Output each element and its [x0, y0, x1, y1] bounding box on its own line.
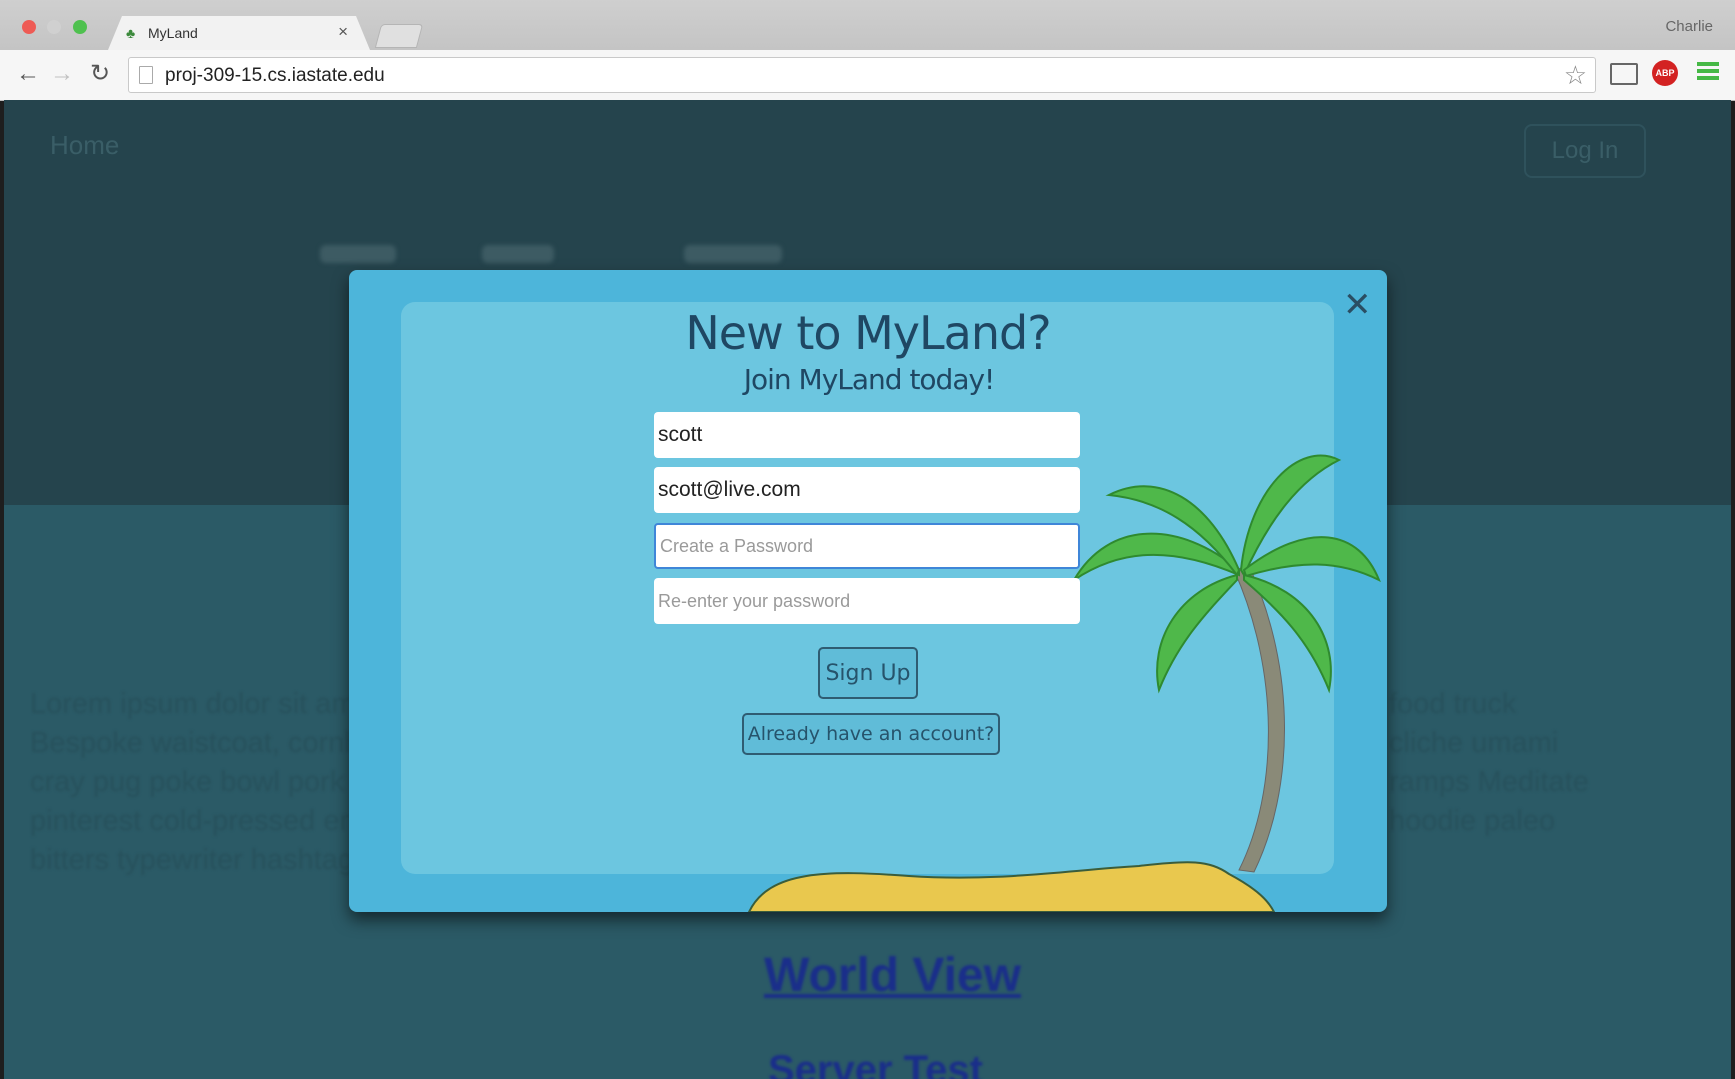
password-input[interactable] — [654, 523, 1080, 569]
email-input[interactable] — [654, 467, 1080, 513]
minimize-window-button[interactable] — [47, 20, 61, 34]
address-bar[interactable]: proj-309-15.cs.iastate.edu ☆ — [128, 57, 1596, 93]
hero-decoration — [320, 245, 396, 263]
password-confirm-input[interactable] — [654, 578, 1080, 624]
body-text-left: Lorem ipsum dolor sit amet Bespoke waist… — [30, 685, 350, 880]
signup-button[interactable]: Sign Up — [818, 647, 918, 699]
tab-close-icon[interactable]: × — [338, 22, 348, 42]
body-line: food truck — [1389, 688, 1517, 720]
profile-name[interactable]: Charlie — [1665, 18, 1713, 35]
new-tab-button[interactable] — [374, 24, 424, 48]
body-text-right: food truck cliche umami ramps Meditate h… — [1389, 685, 1719, 841]
browser-chrome: ♣ MyLand × Charlie ← → ↻ proj-309-15.cs.… — [0, 0, 1735, 101]
back-icon[interactable]: ← — [16, 60, 40, 88]
hero-decoration — [482, 245, 554, 263]
forward-icon[interactable]: → — [50, 60, 74, 88]
have-account-button[interactable]: Already have an account? — [742, 713, 1000, 755]
body-line: Bespoke waistcoat, cornhole — [30, 727, 350, 759]
body-line: ramps Meditate — [1389, 766, 1589, 798]
star-icon[interactable]: ☆ — [1564, 60, 1587, 91]
username-input[interactable] — [654, 412, 1080, 458]
browser-toolbar: ← → ↻ proj-309-15.cs.iastate.edu ☆ ABP — [0, 50, 1735, 101]
reload-icon[interactable]: ↻ — [90, 60, 110, 88]
menu-icon[interactable] — [1697, 62, 1719, 82]
tab-title: MyLand — [148, 25, 198, 41]
signup-modal: ✕ New to MyLand? Join MyLand today! Sign… — [349, 270, 1387, 912]
url-text[interactable]: proj-309-15.cs.iastate.edu — [165, 65, 385, 87]
hero-decoration — [684, 245, 782, 263]
server-test-link[interactable]: Server Test — [768, 1048, 983, 1079]
modal-title: New to MyLand? — [685, 306, 1051, 360]
close-window-button[interactable] — [22, 20, 36, 34]
browser-tab-myland[interactable]: ♣ MyLand × — [108, 16, 370, 50]
maximize-window-button[interactable] — [73, 20, 87, 34]
abp-icon[interactable]: ABP — [1652, 60, 1678, 86]
modal-subtitle: Join MyLand today! — [743, 363, 996, 396]
body-line: cray pug poke bowl pork — [30, 766, 345, 798]
cast-icon[interactable] — [1610, 63, 1638, 85]
body-line: hoodie paleo — [1389, 805, 1556, 837]
body-line: bitters typewriter hashtag — [30, 844, 350, 876]
body-line: pinterest cold-pressed ennui — [30, 805, 350, 837]
title-bar: ♣ MyLand × Charlie — [0, 0, 1735, 50]
page-icon — [139, 66, 153, 84]
world-view-link[interactable]: World View — [764, 948, 1021, 1003]
body-line: Lorem ipsum dolor sit amet — [30, 688, 350, 720]
palm-favicon-icon: ♣ — [126, 25, 136, 41]
nav-home-link[interactable]: Home — [50, 130, 119, 161]
nav-login-button[interactable]: Log In — [1524, 124, 1646, 178]
body-line: cliche umami — [1389, 727, 1559, 759]
